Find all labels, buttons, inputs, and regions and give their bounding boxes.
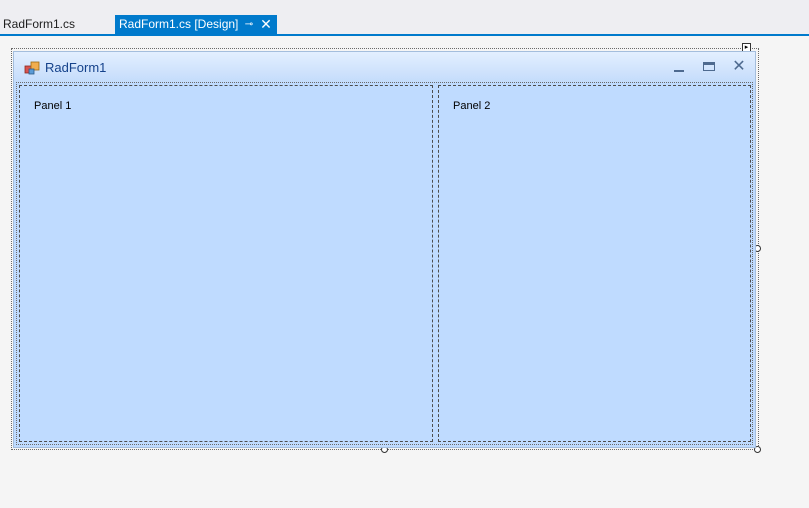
document-tab-strip: RadForm1.cs RadForm1.cs [Design] ⊸ ✕ xyxy=(0,0,809,36)
close-icon: ✕ xyxy=(732,58,746,75)
close-form-button[interactable]: ✕ xyxy=(728,57,750,77)
maximize-button[interactable] xyxy=(698,57,720,77)
minimize-icon xyxy=(674,70,684,72)
split-container[interactable]: Panel 1 Panel 2 xyxy=(16,82,753,445)
pin-icon[interactable]: ⊸ xyxy=(243,15,255,34)
tab-radform1-design[interactable]: RadForm1.cs [Design] ⊸ ✕ xyxy=(115,15,277,34)
panel-2-label: Panel 2 xyxy=(453,100,491,112)
panel-1-label: Panel 1 xyxy=(34,100,72,112)
form-app-icon xyxy=(24,61,40,75)
minimize-button[interactable] xyxy=(668,57,690,77)
form-title: RadForm1 xyxy=(45,60,107,75)
split-panel-2[interactable]: Panel 2 xyxy=(438,85,751,442)
maximize-icon xyxy=(703,62,715,71)
split-panel-1[interactable]: Panel 1 xyxy=(19,85,433,442)
form-titlebar[interactable]: RadForm1 ✕ xyxy=(14,52,755,82)
close-tab-icon[interactable]: ✕ xyxy=(259,15,273,34)
tab-radform1-cs[interactable]: RadForm1.cs xyxy=(0,15,112,34)
radform[interactable]: RadForm1 ✕ Panel 1 Panel 2 xyxy=(13,51,756,448)
tab-label: RadForm1.cs [Design] xyxy=(119,17,239,31)
